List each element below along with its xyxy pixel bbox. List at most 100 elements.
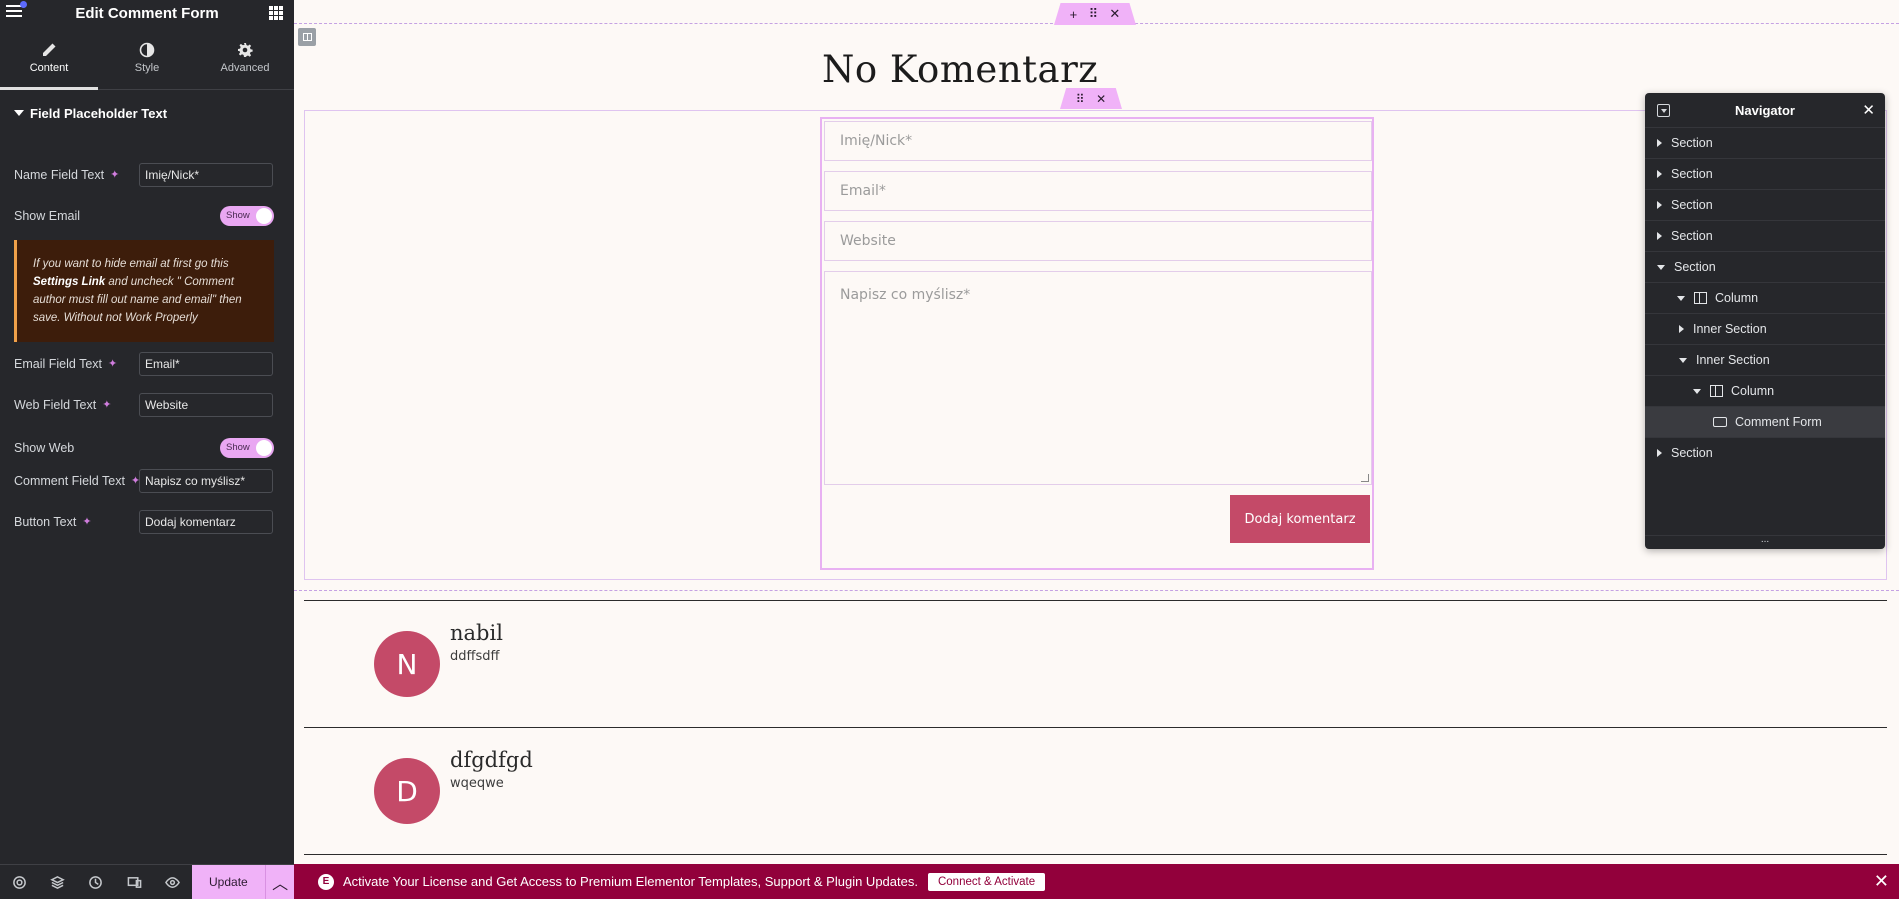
hamburger-menu-icon[interactable] [6, 5, 22, 19]
section-title: Field Placeholder Text [30, 105, 168, 121]
tab-content[interactable]: Content [0, 26, 98, 90]
navigator-item-label: Column [1731, 384, 1775, 398]
pencil-icon [43, 43, 56, 56]
notice-text-1: If you want to hide email at first go th… [33, 258, 229, 270]
panel-header: Edit Comment Form [0, 0, 294, 26]
gear-icon [238, 42, 253, 57]
panel-title: Edit Comment Form [75, 4, 219, 22]
button-text-input[interactable] [139, 510, 273, 534]
close-icon[interactable]: ✕ [1096, 92, 1106, 106]
section-toggle-field-placeholder[interactable]: Field Placeholder Text [0, 90, 294, 136]
ai-sparkle-icon[interactable]: ✦ [110, 169, 122, 181]
comment-field-input[interactable] [139, 469, 273, 493]
history-icon[interactable] [77, 865, 115, 899]
update-options-chevron-icon[interactable]: ︿ [265, 864, 294, 899]
email-input[interactable]: Email* [824, 171, 1372, 211]
comment-item: D dfgdfgd wqeqwe [374, 748, 533, 824]
caret-right-icon[interactable] [1657, 449, 1662, 457]
column-icon [1694, 292, 1707, 304]
show-web-toggle[interactable]: Show [220, 438, 274, 458]
avatar: D [374, 758, 440, 824]
show-email-control: Show Email Show [14, 206, 274, 226]
website-input[interactable]: Website [824, 221, 1372, 261]
navigator-item-label: Section [1674, 260, 1716, 274]
caret-down-icon[interactable] [1693, 388, 1701, 394]
resize-handle-icon[interactable] [1361, 474, 1369, 482]
button-text-label: Button Text [14, 515, 77, 529]
navigator-item[interactable]: Inner Section [1645, 313, 1885, 344]
caret-right-icon[interactable] [1679, 325, 1684, 333]
settings-gear-icon[interactable] [0, 865, 38, 899]
navigator-item[interactable]: Section [1645, 158, 1885, 189]
resize-handle-icon[interactable]: ... [1645, 535, 1885, 549]
comment-item: N nabil ddffsdff [374, 621, 503, 697]
web-field-label: Web Field Text [14, 398, 97, 412]
submit-comment-button[interactable]: Dodaj komentarz [1230, 495, 1370, 543]
navigator-item[interactable]: Column [1645, 375, 1885, 406]
navigator-item[interactable]: Section [1645, 251, 1885, 282]
navigator-item[interactable]: Section [1645, 437, 1885, 468]
email-field-label: Email Field Text [14, 357, 102, 371]
ai-sparkle-icon[interactable]: ✦ [82, 516, 94, 528]
drag-handle-icon[interactable]: ⠿ [1076, 92, 1085, 106]
navigator-item[interactable]: Section [1645, 220, 1885, 251]
caret-right-icon[interactable] [1657, 139, 1662, 147]
show-email-toggle[interactable]: Show [220, 206, 274, 226]
divider [304, 600, 1887, 601]
caret-right-icon[interactable] [1657, 201, 1662, 209]
comment-text: wqeqwe [450, 776, 504, 791]
ai-sparkle-icon[interactable]: ✦ [108, 358, 120, 370]
comment-author: nabil [450, 621, 503, 645]
close-icon[interactable]: ✕ [1862, 101, 1875, 119]
navigator-item[interactable]: Comment Form [1645, 406, 1885, 437]
navigator-item-label: Section [1671, 198, 1713, 212]
caret-down-icon[interactable] [1677, 295, 1685, 301]
update-button[interactable]: Update [191, 864, 266, 899]
name-field-input[interactable] [139, 163, 273, 187]
comment-field-label: Comment Field Text [14, 474, 125, 488]
navigator-item-label: Section [1671, 136, 1713, 150]
collapse-all-icon[interactable] [1657, 104, 1670, 117]
preview-eye-icon[interactable] [153, 865, 191, 899]
tab-advanced[interactable]: Advanced [196, 26, 294, 89]
name-input[interactable]: Imię/Nick* [824, 121, 1372, 161]
navigator-item[interactable]: Section [1645, 127, 1885, 158]
close-icon[interactable]: ✕ [1874, 871, 1889, 892]
widgets-grid-icon[interactable] [269, 6, 283, 20]
navigator-tree: Section Section Section Section Section Colum… [1645, 127, 1885, 468]
show-email-toggle-label: Show [226, 210, 250, 221]
section-handle[interactable]: + ⠿ ✕ [1054, 3, 1136, 25]
show-web-label: Show Web [14, 441, 75, 455]
drag-handle-icon[interactable]: ⠿ [1089, 6, 1099, 22]
navigator-item[interactable]: Section [1645, 189, 1885, 220]
add-icon[interactable]: + [1070, 7, 1078, 22]
connect-activate-button[interactable]: Connect & Activate [927, 872, 1046, 891]
show-web-toggle-label: Show [226, 442, 250, 453]
caret-right-icon[interactable] [1657, 170, 1662, 178]
navigator-item[interactable]: Column [1645, 282, 1885, 313]
navigator-item[interactable]: Inner Section [1645, 344, 1885, 375]
web-field-input[interactable] [139, 393, 273, 417]
email-field-input[interactable] [139, 352, 273, 376]
ai-sparkle-icon[interactable]: ✦ [102, 399, 114, 411]
comment-textarea[interactable]: Napisz co myślisz* [824, 271, 1372, 485]
banner-message: Activate Your License and Get Access to … [343, 874, 918, 889]
settings-link[interactable]: Settings Link [33, 276, 105, 288]
close-icon[interactable]: ✕ [1109, 6, 1120, 22]
caret-right-icon[interactable] [1657, 232, 1662, 240]
caret-down-icon[interactable] [1679, 357, 1687, 363]
name-field-control: Name Field Text ✦ [14, 163, 274, 187]
caret-down-icon[interactable] [1657, 264, 1665, 270]
tab-style[interactable]: Style [98, 26, 196, 89]
inner-section-handle[interactable]: ⠿ ✕ [1060, 88, 1122, 109]
panel-footer: Update ︿ [0, 864, 294, 899]
navigator-item-label: Section [1671, 167, 1713, 181]
responsive-mode-icon[interactable] [115, 865, 153, 899]
column-handle-icon[interactable] [298, 28, 316, 46]
navigator-item-label: Inner Section [1693, 322, 1767, 336]
comment-form: Imię/Nick* Email* Website Napisz co myśl… [820, 117, 1374, 570]
button-text-control: Button Text ✦ [14, 510, 274, 534]
tab-style-label: Style [134, 61, 160, 74]
layers-icon[interactable] [38, 865, 76, 899]
navigator-item-label: Section [1671, 446, 1713, 460]
